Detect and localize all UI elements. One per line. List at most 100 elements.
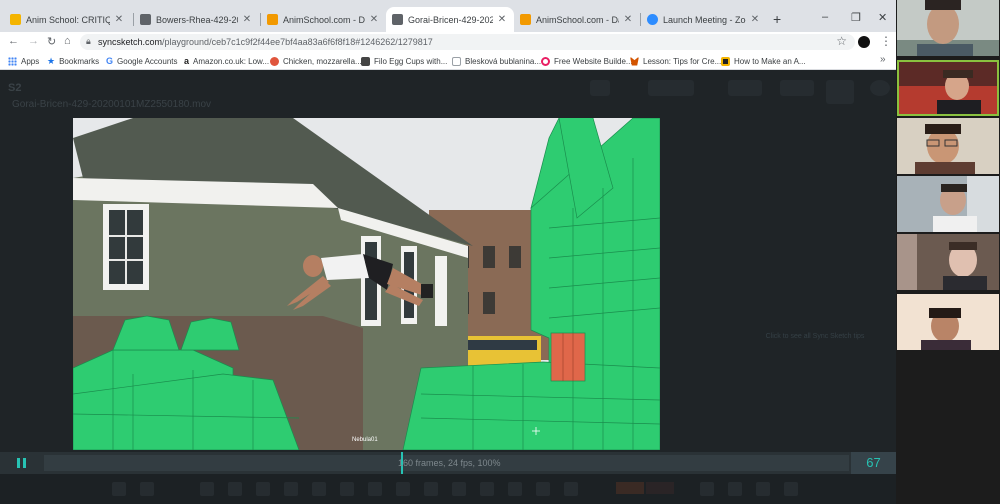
- color-swatch[interactable]: [616, 482, 644, 494]
- browser-tab[interactable]: Bowers-Rhea-429-20191002 ✕: [134, 7, 259, 32]
- bookmark-lesson-tips[interactable]: Lesson: Tips for Cre...: [630, 55, 721, 67]
- browser-tab[interactable]: AnimSchool.com - Dashboa ✕: [514, 7, 640, 32]
- close-window-icon[interactable]: ✕: [878, 11, 887, 24]
- tool-button[interactable]: [140, 482, 154, 496]
- maximize-icon[interactable]: ❐: [851, 11, 861, 24]
- bookmark-label: Free Website Builde...: [554, 56, 633, 66]
- browser-tab-active[interactable]: Gorai-Bricen-429-20200101 ✕: [386, 7, 514, 32]
- tool-button[interactable]: [452, 482, 466, 496]
- tool-button[interactable]: [564, 482, 578, 496]
- drawing-toolbar: [0, 474, 896, 504]
- forward-arrow-icon[interactable]: →: [28, 35, 39, 47]
- tab-favicon-icon: [10, 14, 21, 25]
- tool-button[interactable]: [700, 482, 714, 496]
- tool-button[interactable]: [480, 482, 494, 496]
- site-builder-icon: [541, 56, 550, 66]
- tab-close-icon[interactable]: ✕: [113, 14, 125, 25]
- fox-icon: [630, 56, 639, 66]
- browser-toolbar: ← → ↻ ⌂ 🔒︎ syncsketch.com/playground/ceb…: [0, 32, 896, 52]
- tab-close-icon[interactable]: ✕: [368, 14, 380, 25]
- profile-avatar[interactable]: [858, 36, 870, 48]
- pause-icon-bar: [22, 458, 26, 468]
- zoom-participant-gallery: [896, 0, 1000, 504]
- tab-close-icon[interactable]: ✕: [241, 14, 253, 25]
- bookmark-amazon[interactable]: a Amazon.co.uk: Low...: [184, 55, 269, 67]
- back-arrow-icon[interactable]: ←: [8, 35, 19, 47]
- header-control[interactable]: [728, 80, 762, 96]
- tab-favicon-icon: [520, 14, 531, 25]
- video-viewer[interactable]: [73, 118, 660, 450]
- bookmark-google-accounts[interactable]: G Google Accounts: [106, 55, 178, 67]
- browser-tab[interactable]: Anim School: CRITIQUE1 - G ✕: [4, 7, 131, 32]
- browser-tab-strip: Anim School: CRITIQUE1 - G ✕ Bowers-Rhea…: [0, 0, 896, 32]
- hud-label: Nebula01: [352, 437, 378, 443]
- bookmark-label: How to Make an A...: [734, 56, 806, 66]
- participant-tile[interactable]: [897, 60, 999, 116]
- star-icon: ★: [47, 55, 56, 66]
- amazon-icon: a: [184, 56, 190, 66]
- tool-button[interactable]: [284, 482, 298, 496]
- participant-video: [897, 294, 999, 350]
- tool-button[interactable]: [312, 482, 326, 496]
- more-bookmarks-icon[interactable]: »: [880, 54, 886, 65]
- tool-button[interactable]: [756, 482, 770, 496]
- frames-info: 160 frames, 24 fps, 100%: [398, 458, 501, 468]
- tab-favicon-icon: [267, 14, 278, 25]
- tab-close-icon[interactable]: ✕: [496, 14, 508, 25]
- home-icon[interactable]: ⌂: [64, 35, 71, 47]
- bookmark-label: Google Accounts: [117, 56, 178, 66]
- bookmark-label: Filo Egg Cups with...: [374, 56, 448, 66]
- page-icon: [452, 56, 461, 66]
- address-bar[interactable]: 🔒︎ syncsketch.com/playground/ceb7c1c9f2f…: [80, 34, 855, 50]
- bookmark-filo-egg[interactable]: Filo Egg Cups with...: [361, 55, 447, 67]
- tool-button[interactable]: [228, 482, 242, 496]
- tool-button[interactable]: [424, 482, 438, 496]
- tab-close-icon[interactable]: ✕: [749, 14, 761, 25]
- new-tab-button[interactable]: +: [773, 11, 781, 27]
- pause-button[interactable]: [12, 455, 30, 471]
- chimney-block: [550, 332, 586, 382]
- bookmark-star-icon[interactable]: ☆: [836, 34, 847, 48]
- bookmark-label: Apps: [21, 56, 40, 66]
- color-swatch[interactable]: [646, 482, 674, 494]
- bookmark-label: Chicken, mozzarella...: [283, 56, 362, 66]
- tool-button[interactable]: [340, 482, 354, 496]
- current-frame-counter[interactable]: 67: [851, 452, 896, 474]
- reload-icon[interactable]: ↻: [47, 35, 56, 48]
- tool-button[interactable]: [368, 482, 382, 496]
- bookmark-chicken[interactable]: Chicken, mozzarella...: [270, 55, 362, 67]
- bookmark-how-to[interactable]: How to Make an A...: [721, 55, 806, 67]
- bookmark-bookmarks[interactable]: ★ Bookmarks: [47, 55, 99, 67]
- participant-tile[interactable]: [897, 176, 999, 232]
- browser-menu-icon[interactable]: ⋮: [880, 34, 892, 48]
- tool-button[interactable]: [536, 482, 550, 496]
- tool-button[interactable]: [256, 482, 270, 496]
- header-control[interactable]: [590, 80, 610, 96]
- user-avatar[interactable]: [870, 80, 890, 96]
- participant-tile[interactable]: [897, 0, 999, 56]
- tool-button[interactable]: [112, 482, 126, 496]
- bookmark-apps[interactable]: Apps: [8, 55, 39, 67]
- header-control[interactable]: [826, 80, 854, 104]
- url-text[interactable]: syncsketch.com/playground/ceb7c1c9f2f44e…: [98, 37, 433, 47]
- tool-button[interactable]: [728, 482, 742, 496]
- tool-button[interactable]: [200, 482, 214, 496]
- participant-tile[interactable]: [897, 294, 999, 350]
- bookmark-label: Bookmarks: [59, 56, 100, 66]
- participant-video: [897, 0, 999, 56]
- browser-tab[interactable]: Launch Meeting - Zoom ✕: [641, 7, 767, 32]
- tab-title: Gorai-Bricen-429-20200101: [408, 14, 493, 25]
- minimize-icon[interactable]: –: [822, 11, 828, 23]
- header-control[interactable]: [780, 80, 814, 96]
- tab-close-icon[interactable]: ✕: [622, 14, 634, 25]
- bookmark-website-builder[interactable]: Free Website Builde...: [541, 55, 633, 67]
- header-control[interactable]: [648, 80, 694, 96]
- bookmark-bublanina[interactable]: Blesková bublanina...: [452, 55, 541, 67]
- tool-button[interactable]: [784, 482, 798, 496]
- participant-tile[interactable]: [897, 118, 999, 174]
- browser-tab[interactable]: AnimSchool.com - Dashboa ✕: [261, 7, 386, 32]
- tool-button[interactable]: [508, 482, 522, 496]
- syncsketch-logo[interactable]: S2: [8, 82, 21, 94]
- tool-button[interactable]: [396, 482, 410, 496]
- participant-tile[interactable]: [897, 234, 999, 290]
